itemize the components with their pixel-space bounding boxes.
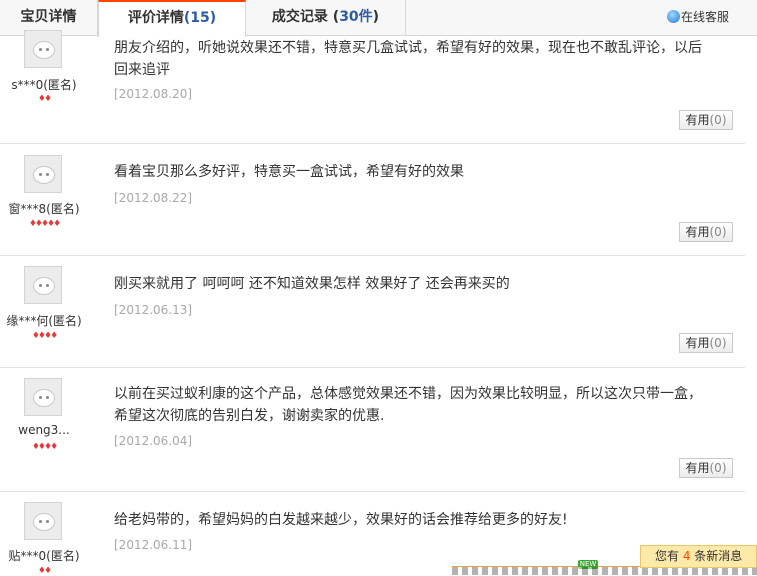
avatar[interactable] xyxy=(24,155,62,193)
online-service-label: 在线客服 xyxy=(680,10,729,24)
reviewer-name[interactable]: 贴***0(匿名) xyxy=(0,547,88,564)
reviewer-rank-diamonds-icon: ♦♦♦♦♦ xyxy=(28,219,61,229)
tab-transaction-records[interactable]: 成交记录 (30件) xyxy=(246,0,406,35)
review-date: [2012.08.20] xyxy=(114,87,193,101)
review-date: [2012.08.22] xyxy=(114,191,193,205)
tab-records-label: 成交记录 ( xyxy=(271,9,340,25)
chat-bubble-icon xyxy=(666,10,680,23)
useful-button[interactable]: 有用(0) xyxy=(679,333,733,353)
tab-records-count: 30件 xyxy=(339,9,373,25)
avatar[interactable] xyxy=(24,266,62,304)
reviewer-name[interactable]: 缘***何(匿名) xyxy=(0,312,88,329)
tab-bar: 宝贝详情 评价详情(15) 成交记录 (30件) 在线客服 xyxy=(0,0,757,37)
useful-button[interactable]: 有用(0) xyxy=(679,222,733,242)
default-avatar-icon xyxy=(33,277,55,295)
useful-label: 有用 xyxy=(685,461,710,475)
useful-count: (0) xyxy=(709,336,727,350)
useful-button[interactable]: 有用(0) xyxy=(679,458,733,478)
review-text: 给老妈带的，希望妈妈的白发越来越少，效果好的话会推荐给更多的好友! xyxy=(114,512,568,528)
useful-label: 有用 xyxy=(685,336,710,350)
review-row: weng3... ♦♦♦♦ 以前在买过蚁利康的这个产品，总体感觉效果还不错，因为… xyxy=(0,368,745,492)
review-row: 缘***何(匿名) ♦♦♦♦ 刚买来就用了 呵呵呵 还不知道效果怎样 效果好了 … xyxy=(0,256,745,368)
review-date: [2012.06.04] xyxy=(114,434,193,448)
useful-count: (0) xyxy=(709,225,727,239)
default-avatar-icon xyxy=(33,41,55,59)
reviewer-rank-diamonds-icon: ♦♦♦♦ xyxy=(31,442,58,452)
new-messages-button[interactable]: 您有 4 条新消息 xyxy=(640,545,757,568)
review-row: 贴***0(匿名) ♦♦ 给老妈带的，希望妈妈的白发越来越少，效果好的话会推荐给… xyxy=(0,492,745,576)
review-text: 朋友介绍的，听她说效果还不错，特意买几盒试试，希望有好的效果，现在也不敢乱评论，… xyxy=(114,40,702,78)
tab-item-details-label: 宝贝详情 xyxy=(20,9,77,25)
avatar[interactable] xyxy=(24,502,62,540)
avatar[interactable] xyxy=(24,378,62,416)
message-ticker xyxy=(452,567,757,575)
review-row: 窗***8(匿名) ♦♦♦♦♦ 看着宝贝那么多好评，特意买一盒试试，希望有好的效… xyxy=(0,144,745,256)
useful-label: 有用 xyxy=(685,225,710,239)
tab-reviews-label: 评价详情 xyxy=(127,10,184,26)
tab-records-close: ) xyxy=(372,9,380,25)
review-date: [2012.06.11] xyxy=(114,538,193,552)
online-service-link[interactable]: 在线客服 xyxy=(666,8,729,25)
tab-reviews-count: (15) xyxy=(183,10,217,26)
notify-prefix: 您有 xyxy=(655,549,683,563)
avatar[interactable] xyxy=(24,30,62,68)
reviewer-name[interactable]: weng3... xyxy=(0,423,88,437)
useful-count: (0) xyxy=(709,113,727,127)
notify-suffix: 条新消息 xyxy=(690,549,743,563)
useful-button[interactable]: 有用(0) xyxy=(679,110,733,130)
reviewer-rank-diamonds-icon: ♦♦♦♦ xyxy=(31,331,58,341)
review-text: 刚买来就用了 呵呵呵 还不知道效果怎样 效果好了 还会再来买的 xyxy=(114,276,510,292)
review-row: s***0(匿名) ♦♦ 朋友介绍的，听她说效果还不错，特意买几盒试试，希望有好… xyxy=(0,30,745,144)
default-avatar-icon xyxy=(33,513,55,531)
reviewer-name[interactable]: 窗***8(匿名) xyxy=(0,200,88,217)
useful-label: 有用 xyxy=(685,113,710,127)
reviewer-rank-diamonds-icon: ♦♦ xyxy=(37,94,52,104)
default-avatar-icon xyxy=(33,166,55,184)
review-text: 看着宝贝那么多好评，特意买一盒试试，希望有好的效果 xyxy=(114,164,464,180)
tab-reviews[interactable]: 评价详情(15) xyxy=(98,0,246,37)
review-date: [2012.06.13] xyxy=(114,303,193,317)
reviewer-name[interactable]: s***0(匿名) xyxy=(0,76,88,93)
useful-count: (0) xyxy=(709,461,727,475)
review-text: 以前在买过蚁利康的这个产品，总体感觉效果还不错，因为效果比较明显，所以这次只带一… xyxy=(114,386,702,424)
default-avatar-icon xyxy=(33,389,55,407)
